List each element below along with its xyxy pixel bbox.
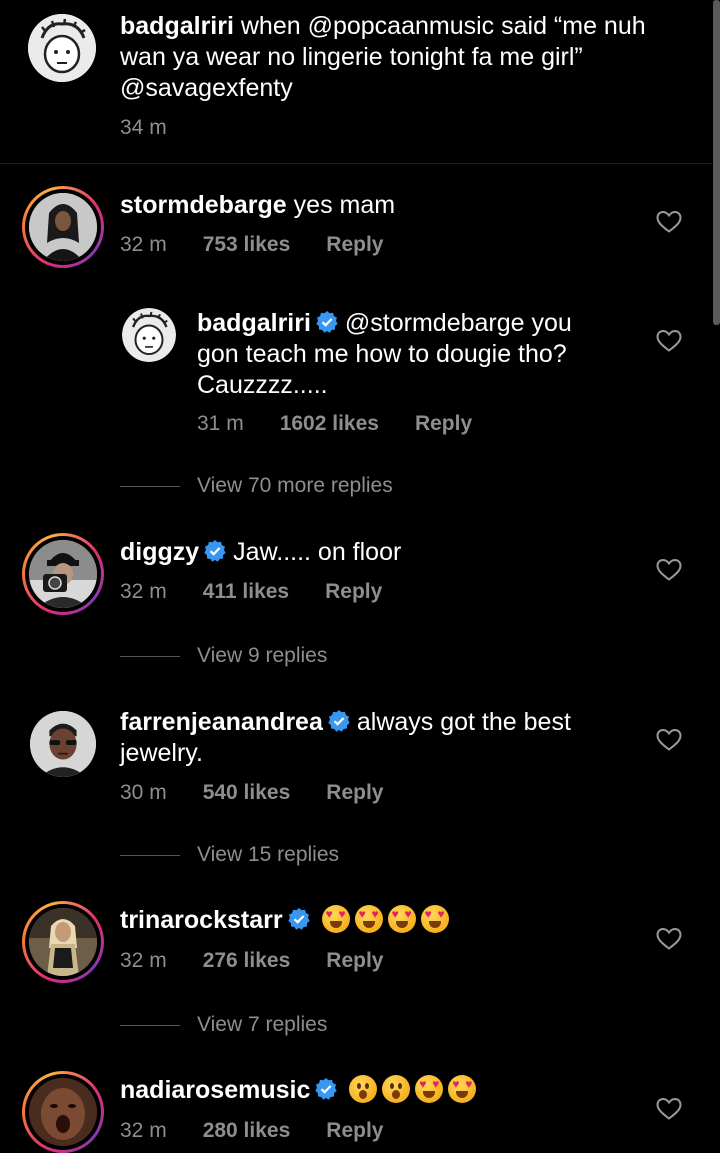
verified-badge-icon (316, 311, 338, 333)
verified-badge-icon (204, 540, 226, 562)
comment-username[interactable]: stormdebarge (120, 191, 287, 219)
profile-photo (30, 711, 96, 777)
heart-eyes-emoji-icon (321, 905, 350, 933)
likes-count[interactable]: 276 likes (203, 949, 291, 972)
like-heart-icon[interactable] (656, 728, 682, 752)
divider-line (120, 485, 180, 487)
heart-eyes-emoji-icon (387, 905, 416, 933)
reply-button[interactable]: Reply (326, 781, 383, 804)
heart-eyes-emoji-icon (420, 905, 449, 933)
likes-count[interactable]: 411 likes (203, 580, 289, 603)
verified-badge-icon (328, 710, 350, 732)
likes-count[interactable]: 280 likes (203, 1119, 291, 1142)
view-replies-button[interactable]: View 15 replies (120, 843, 339, 867)
profile-photo (29, 1078, 97, 1146)
comment-text: diggzy Jaw..... on floor (120, 537, 640, 568)
post-caption: badgalriri when @popcaanmusic said “me n… (0, 0, 712, 164)
comment-time: 32 m (120, 1119, 167, 1142)
verified-badge-icon (287, 908, 310, 930)
like-heart-icon[interactable] (656, 927, 682, 951)
reply-button[interactable]: Reply (325, 580, 382, 603)
comment-username[interactable]: nadiarosemusic (120, 1076, 310, 1104)
view-replies-label: View 15 replies (197, 843, 340, 866)
badgalriri-avatar[interactable] (28, 14, 96, 82)
badgalriri-reply-avatar[interactable] (122, 308, 176, 362)
comment-time: 32 m (120, 949, 167, 972)
likes-count[interactable]: 1602 likes (280, 412, 379, 435)
caption-time: 34 m (120, 116, 167, 139)
comment-username[interactable]: diggzy (120, 538, 199, 566)
stormdebarge-avatar[interactable] (22, 186, 104, 268)
comment-meta: 31 m 1602 likes Reply (197, 412, 472, 436)
comment-time: 31 m (197, 412, 244, 435)
divider-line (120, 655, 180, 657)
reply-button[interactable]: Reply (326, 949, 383, 972)
comment-body: Jaw..... on floor (233, 538, 402, 566)
like-heart-icon[interactable] (656, 1097, 682, 1121)
divider-line (120, 1024, 180, 1026)
comment-meta: 32 m 411 likes Reply (120, 580, 382, 604)
verified-badge-icon (315, 1078, 338, 1100)
comment-username[interactable]: farrenjeanandrea (120, 708, 323, 736)
astonished-emoji-icon (349, 1075, 378, 1103)
reply-text: badgalriri @stormdebarge you gon teach me… (197, 308, 617, 401)
comment-text: stormdebarge yes mam (120, 190, 640, 221)
comment-body: yes mam (286, 191, 396, 219)
scrollbar[interactable] (713, 0, 720, 325)
caption-text: badgalriri when @popcaanmusic said “me n… (120, 11, 680, 104)
reply-button[interactable]: Reply (415, 412, 472, 435)
comment-time: 32 m (120, 233, 167, 256)
view-replies-label: View 9 replies (197, 644, 328, 667)
heart-eyes-emoji-icon (415, 1075, 444, 1103)
likes-count[interactable]: 753 likes (203, 233, 291, 256)
reply-button[interactable]: Reply (326, 233, 383, 256)
comment-time: 30 m (120, 781, 167, 804)
like-heart-icon[interactable] (656, 210, 682, 234)
heart-eyes-emoji-icon (448, 1075, 477, 1103)
profile-photo (29, 193, 97, 261)
farrenjeanandrea-avatar[interactable] (30, 711, 96, 777)
heart-eyes-emoji-icon (354, 905, 383, 933)
reply-button[interactable]: Reply (326, 1119, 383, 1142)
comment-username[interactable]: trinarockstarr (120, 906, 283, 934)
diggzy-avatar[interactable] (22, 533, 104, 615)
cartoon-face-icon (122, 308, 176, 362)
view-replies-button[interactable]: View 7 replies (120, 1013, 327, 1037)
like-heart-icon[interactable] (656, 558, 682, 582)
comment-meta: 32 m 276 likes Reply (120, 949, 383, 973)
divider-line (120, 854, 180, 856)
comment-text: nadiarosemusic (120, 1075, 640, 1106)
view-replies-label: View 7 replies (197, 1013, 328, 1036)
comment-meta: 30 m 540 likes Reply (120, 781, 383, 805)
trinarockstarr-avatar[interactable] (22, 901, 104, 983)
view-replies-label: View 70 more replies (197, 474, 393, 497)
profile-photo (29, 908, 97, 976)
comment-text: trinarockstarr (120, 905, 640, 936)
cartoon-face-icon (28, 14, 96, 82)
comment-username[interactable]: badgalriri (197, 309, 311, 337)
comment-meta: 32 m 753 likes Reply (120, 233, 383, 257)
view-replies-button[interactable]: View 70 more replies (120, 474, 393, 498)
profile-photo (29, 540, 97, 608)
likes-count[interactable]: 540 likes (203, 781, 291, 804)
comment-time: 32 m (120, 580, 167, 603)
like-heart-icon[interactable] (656, 329, 682, 353)
astonished-emoji-icon (382, 1075, 411, 1103)
comment-meta: 32 m 280 likes Reply (120, 1119, 383, 1143)
comment-text: farrenjeanandrea always got the best jewe… (120, 707, 640, 769)
view-replies-button[interactable]: View 9 replies (120, 644, 327, 668)
caption-username[interactable]: badgalriri (120, 12, 234, 40)
